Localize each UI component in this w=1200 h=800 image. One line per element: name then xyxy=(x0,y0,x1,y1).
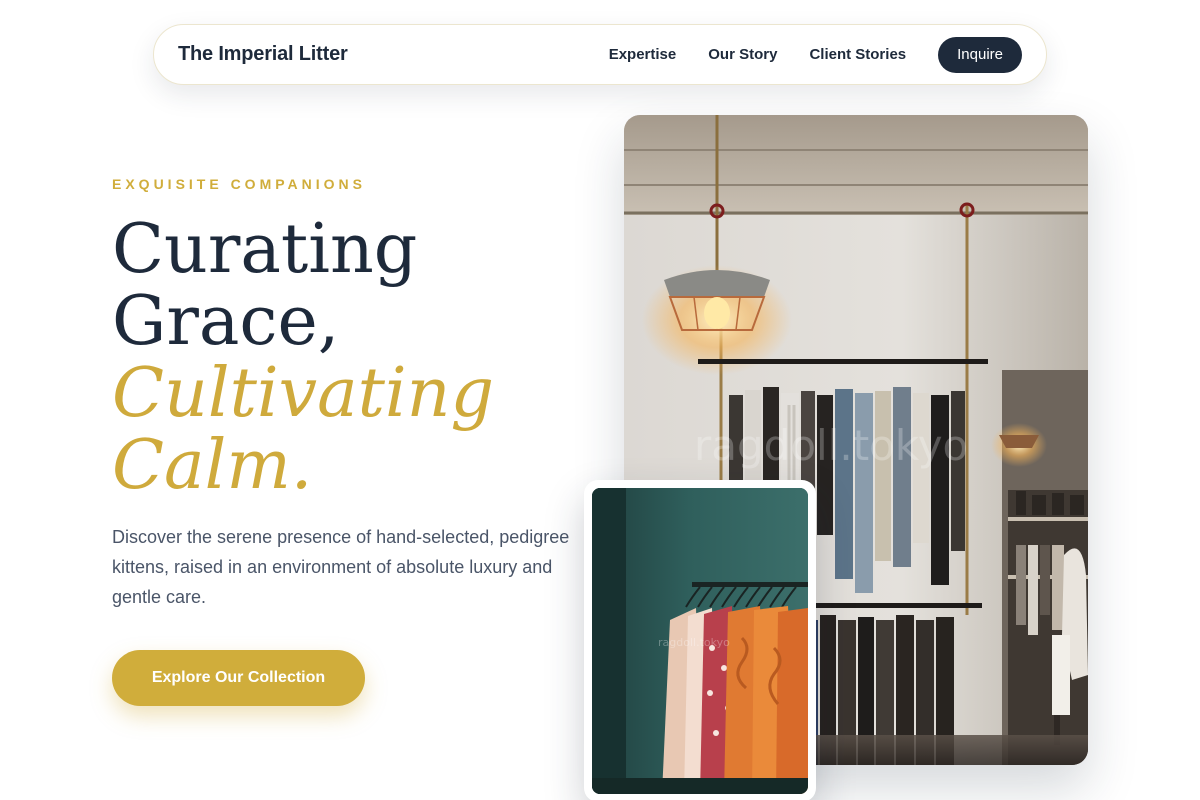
headline-accent-line-1: Cultivating xyxy=(112,354,495,433)
nav-link-expertise[interactable]: Expertise xyxy=(609,46,677,63)
main-photo-watermark: ragdoll.tokyo xyxy=(694,421,968,470)
brand-logo[interactable]: The Imperial Litter xyxy=(178,43,348,66)
headline-line-2: Grace, xyxy=(112,282,340,361)
nav-link-our-story[interactable]: Our Story xyxy=(708,46,777,63)
clothing-rack-photo-card: ragdoll.tokyo xyxy=(584,480,816,800)
hero-eyebrow: EXQUISITE COMPANIONS xyxy=(112,176,366,192)
top-navigation: The Imperial Litter Expertise Our Story … xyxy=(153,24,1047,85)
hero-headline: Curating Grace, Cultivating Calm. xyxy=(112,214,494,502)
explore-collection-button[interactable]: Explore Our Collection xyxy=(112,650,365,706)
clothing-rack-image: ragdoll.tokyo xyxy=(592,488,808,794)
nav-link-client-stories[interactable]: Client Stories xyxy=(809,46,906,63)
clothing-rack-illustration: ragdoll.tokyo xyxy=(592,488,808,794)
hero-description: Discover the serene presence of hand-sel… xyxy=(112,527,570,607)
inquire-button[interactable]: Inquire xyxy=(938,36,1022,73)
nav-links: Expertise Our Story Client Stories Inqui… xyxy=(609,36,1022,73)
headline-accent-line-2: Calm. xyxy=(112,426,313,505)
small-photo-watermark: ragdoll.tokyo xyxy=(658,636,730,649)
headline-line-1: Curating xyxy=(112,210,418,289)
